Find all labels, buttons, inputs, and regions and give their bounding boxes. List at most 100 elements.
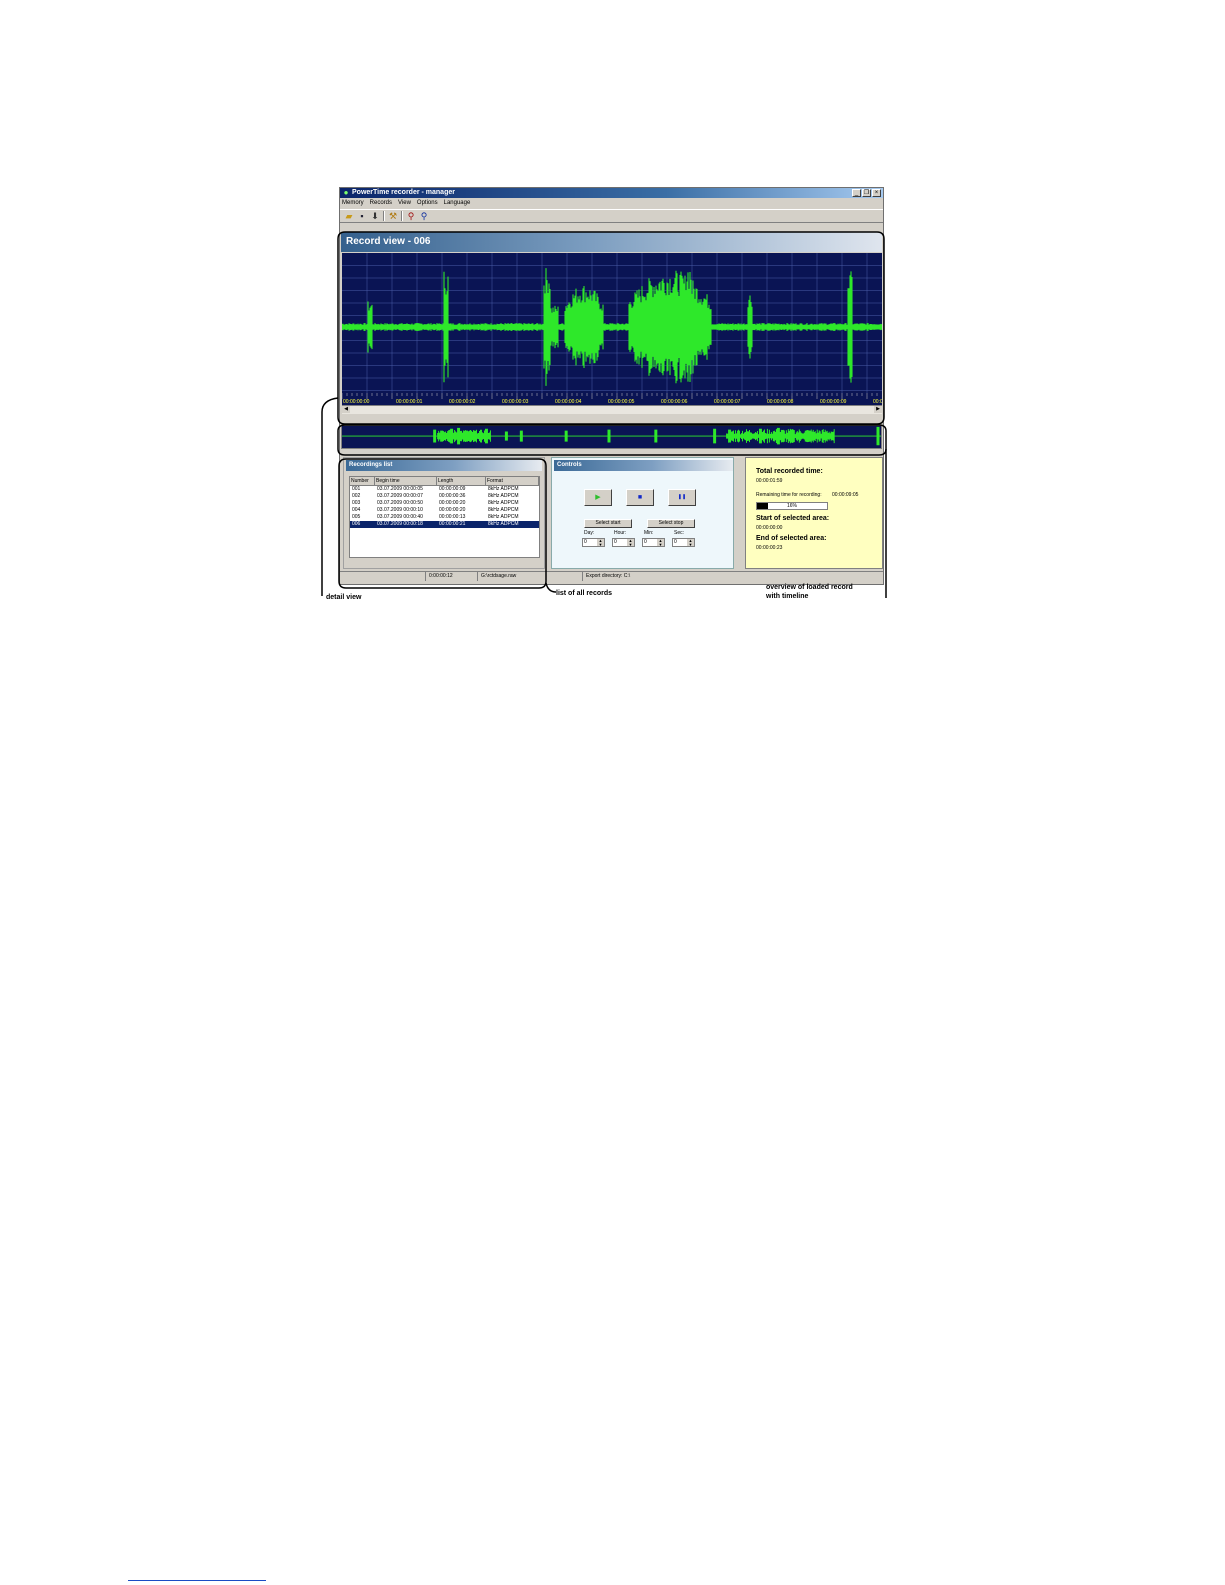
- min-spinner[interactable]: 0 ▲ ▼: [642, 538, 665, 547]
- menu-records[interactable]: Records: [370, 198, 392, 208]
- annotation-overview-line2: with timeline: [766, 593, 809, 600]
- app-icon: ●: [343, 188, 349, 197]
- cell-length: 00:00:00:21: [439, 521, 466, 527]
- controls-header: Controls: [554, 460, 733, 471]
- selection-end-label: End of selected area:: [756, 535, 827, 542]
- stop-button[interactable]: ■: [626, 489, 654, 506]
- cell-begin-time: 03.07.2009 00:00:50: [377, 500, 423, 506]
- detail-leader: [321, 397, 339, 596]
- menu-options[interactable]: Options: [417, 198, 438, 208]
- table-row[interactable]: 004 03.07.2009 00:00:10 00:00:00:20 8kHz…: [350, 507, 539, 514]
- cell-format: 8kHz ADPCM: [488, 507, 519, 513]
- cell-length: 00:00:00:13: [439, 514, 466, 520]
- app-window: ● PowerTime recorder - manager _ ❐ × Mem…: [339, 187, 884, 585]
- min-label: Min:: [644, 530, 654, 536]
- cell-length: 00:00:00:09: [439, 486, 466, 492]
- spinner-arrows-icon[interactable]: ▲ ▼: [597, 539, 604, 546]
- cell-length: 00:00:00:20: [439, 507, 466, 513]
- download-icon[interactable]: ⬇: [370, 211, 380, 221]
- day-spinner[interactable]: 0 ▲ ▼: [582, 538, 605, 547]
- annotation-list-of-records: list of all records: [556, 590, 613, 597]
- zoom-out-icon[interactable]: ⚲: [419, 211, 429, 221]
- table-row[interactable]: 005 03.07.2009 00:00:40 00:00:00:13 8kHz…: [350, 514, 539, 521]
- table-row[interactable]: 002 03.07.2009 00:00:07 00:00:00:36 8kHz…: [350, 493, 539, 500]
- day-label: Day:: [584, 530, 595, 536]
- play-button[interactable]: ▶: [584, 489, 612, 506]
- column-begin-time[interactable]: Begin time: [375, 477, 437, 485]
- annotation-overview-line1: overview of loaded record: [766, 584, 853, 591]
- open-icon[interactable]: ▰: [344, 211, 354, 221]
- controls-panel: Controls ▶ ■ ❚❚ Select start Select stop…: [551, 457, 734, 569]
- cell-begin-time: 03.07.2009 00:00:05: [377, 486, 423, 492]
- waveform-trace: [342, 268, 882, 386]
- scroll-right-arrow[interactable]: ▶: [874, 406, 882, 413]
- selection-start-label: Start of selected area:: [756, 515, 830, 522]
- close-button[interactable]: ×: [872, 189, 881, 197]
- cell-begin-time: 03.07.2009 00:00:10: [377, 507, 423, 513]
- table-row-selected[interactable]: 006 03.07.2009 00:00:18 00:00:00:21 8kHz…: [350, 521, 539, 528]
- remaining-time-label: Remaining time for recording:: [756, 492, 822, 498]
- cell-number: 002: [352, 493, 361, 499]
- cell-length: 00:00:00:36: [439, 493, 466, 499]
- recordings-list-panel: Recordings list Number Begin time Length…: [343, 457, 545, 569]
- toolbar: ▰ ▪ ⬇ ⚒ ⚲ ⚲: [340, 209, 883, 223]
- menu-memory[interactable]: Memory: [342, 198, 364, 208]
- hour-spinner[interactable]: 0 ▲ ▼: [612, 538, 635, 547]
- cell-begin-time: 03.07.2009 00:00:40: [377, 514, 423, 520]
- status-cell-export-dir: Export directory: C:\: [586, 573, 631, 579]
- total-time-value: 00:00:01:59: [756, 478, 783, 484]
- scroll-left-arrow[interactable]: ◀: [342, 406, 350, 413]
- title-bar[interactable]: ● PowerTime recorder - manager _ ❐ ×: [340, 188, 883, 198]
- selection-end-value: 00:00:00:23: [756, 545, 783, 551]
- total-time-label: Total recorded time:: [756, 468, 823, 475]
- record-view-title: Record view - 006: [346, 236, 431, 247]
- selection-start-value: 00:00:00:00: [756, 525, 783, 531]
- recordings-list-title: Recordings list: [349, 462, 393, 468]
- info-panel: Total recorded time: 00:00:01:59 Remaini…: [745, 457, 883, 569]
- select-start-button[interactable]: Select start: [584, 519, 632, 528]
- day-value: 0: [584, 539, 587, 545]
- cell-number: 004: [352, 507, 361, 513]
- min-value: 0: [644, 539, 647, 545]
- cell-format: 8kHz ADPCM: [488, 493, 519, 499]
- spinner-arrows-icon[interactable]: ▲ ▼: [627, 539, 634, 546]
- restore-button[interactable]: ❐: [862, 189, 871, 197]
- controls-title: Controls: [557, 462, 582, 468]
- table-row[interactable]: 001 03.07.2009 00:00:05 00:00:00:09 8kHz…: [350, 486, 539, 493]
- spinner-arrows-icon[interactable]: ▲ ▼: [657, 539, 664, 546]
- column-number[interactable]: Number: [350, 477, 375, 485]
- table-row[interactable]: 003 03.07.2009 00:00:50 00:00:00:20 8kHz…: [350, 500, 539, 507]
- minimize-button[interactable]: _: [852, 189, 861, 197]
- menu-bar: Memory Records View Options Language: [340, 198, 883, 208]
- column-format[interactable]: Format: [486, 477, 539, 485]
- column-length[interactable]: Length: [437, 477, 486, 485]
- status-bar: 0:00:00:12 G:\rctdsage.raw Export direct…: [340, 571, 883, 582]
- table-header: Number Begin time Length Format: [350, 477, 539, 486]
- spinner-arrows-icon[interactable]: ▲ ▼: [687, 539, 694, 546]
- sec-spinner[interactable]: 0 ▲ ▼: [672, 538, 695, 547]
- window-title: PowerTime recorder - manager: [352, 189, 455, 196]
- hour-value: 0: [614, 539, 617, 545]
- cell-begin-time: 03.07.2009 00:00:18: [377, 521, 423, 527]
- detail-waveform[interactable]: 00:00:00:00 00:00:00:01 00:00:00:02 00:00:0…: [342, 253, 882, 405]
- pause-button[interactable]: ❚❚: [668, 489, 696, 506]
- cell-format: 8kHz ADPCM: [488, 521, 519, 527]
- select-stop-button[interactable]: Select stop: [647, 519, 695, 528]
- progress-text: 16%: [786, 503, 797, 509]
- cell-format: 8kHz ADPCM: [488, 486, 519, 492]
- remaining-time-value: 00:00:09:05: [832, 492, 859, 498]
- menu-language[interactable]: Language: [444, 198, 471, 208]
- cell-number: 003: [352, 500, 361, 506]
- tools-icon[interactable]: ⚒: [388, 211, 398, 221]
- footnote-separator: [128, 1580, 266, 1581]
- zoom-in-icon[interactable]: ⚲: [406, 211, 416, 221]
- overview-waveform[interactable]: [341, 425, 882, 449]
- sec-label: Sec:: [674, 530, 685, 536]
- save-icon[interactable]: ▪: [357, 211, 367, 221]
- record-view: Record view - 006 00:00:00:00 00:00:00:01…: [341, 232, 882, 417]
- recordings-list-header: Recordings list: [346, 460, 542, 471]
- horizontal-scrollbar[interactable]: ◀ ▶: [342, 405, 882, 414]
- menu-view[interactable]: View: [398, 198, 411, 208]
- toolbar-separator: [401, 211, 403, 221]
- cell-number: 001: [352, 486, 361, 492]
